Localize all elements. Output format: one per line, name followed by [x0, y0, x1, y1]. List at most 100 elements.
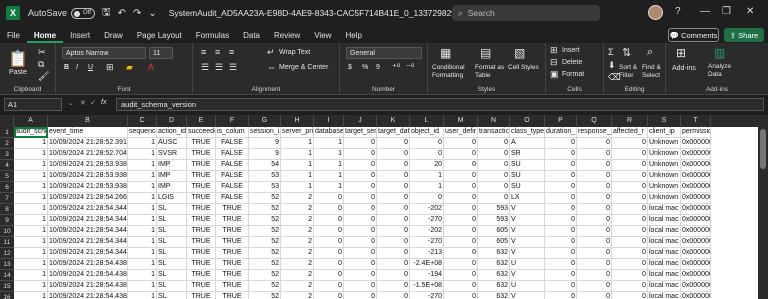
table-cell[interactable]: 632 — [478, 248, 510, 259]
table-cell[interactable]: V — [510, 237, 545, 248]
header-cell[interactable]: audit_sche — [14, 127, 48, 138]
table-cell[interactable]: 2 — [281, 215, 314, 226]
align-top-icon[interactable]: ≡ — [201, 47, 206, 57]
tab-draw[interactable]: Draw — [97, 31, 130, 43]
table-cell[interactable]: 0 — [444, 138, 478, 149]
table-cell[interactable]: 2 — [281, 292, 314, 299]
table-cell[interactable]: TRUE — [187, 138, 216, 149]
table-cell[interactable]: SL — [157, 226, 187, 237]
underline-button[interactable]: U — [88, 64, 93, 71]
row-header[interactable]: 12 — [0, 248, 14, 259]
table-cell[interactable]: TRUE — [187, 215, 216, 226]
table-cell[interactable]: V — [510, 248, 545, 259]
column-header[interactable]: O — [510, 115, 545, 127]
table-cell[interactable]: 0 — [545, 281, 577, 292]
table-cell[interactable]: 0 — [314, 226, 344, 237]
header-cell[interactable]: sequence — [128, 127, 157, 138]
table-cell[interactable]: 0 — [314, 237, 344, 248]
table-cell[interactable]: 0 — [545, 149, 577, 160]
table-cell[interactable]: 0 — [478, 160, 510, 171]
table-cell[interactable]: TRUE — [187, 182, 216, 193]
formula-input[interactable]: audit_schema_version — [116, 98, 764, 111]
header-cell[interactable]: session_i — [249, 127, 281, 138]
table-cell[interactable]: TRUE — [216, 215, 249, 226]
table-cell[interactable]: -270 — [410, 292, 444, 299]
table-cell[interactable]: U — [510, 259, 545, 270]
table-cell[interactable]: 10/09/2024 21:28:54.344 — [48, 204, 128, 215]
table-cell[interactable]: A — [510, 138, 545, 149]
table-cell[interactable]: 1 — [14, 149, 48, 160]
table-cell[interactable]: 0 — [545, 237, 577, 248]
table-cell[interactable]: 0 — [314, 193, 344, 204]
currency-button[interactable]: $ — [348, 64, 352, 71]
column-header[interactable]: P — [545, 115, 577, 127]
table-cell[interactable]: 54 — [249, 160, 281, 171]
table-cell[interactable]: 0 — [612, 248, 648, 259]
column-header[interactable]: G — [249, 115, 281, 127]
column-header[interactable]: I — [314, 115, 344, 127]
table-cell[interactable]: 10/09/2024 21:28:53.938 — [48, 171, 128, 182]
format-painter-icon[interactable]: 🖌 — [38, 71, 49, 82]
header-cell[interactable]: user_defir — [444, 127, 478, 138]
table-cell[interactable]: 0 — [344, 171, 377, 182]
tab-page-layout[interactable]: Page Layout — [130, 31, 189, 43]
table-cell[interactable]: 10/09/2024 21:28:54.344 — [48, 226, 128, 237]
table-cell[interactable]: 0 — [577, 292, 612, 299]
select-all-button[interactable] — [0, 115, 14, 127]
spreadsheet-grid[interactable]: ABCDEFGHIJKLMNOPQRST 1 audit_sche event_ti… — [0, 115, 768, 299]
table-cell[interactable]: 1 — [281, 182, 314, 193]
header-cell[interactable]: action_id — [157, 127, 187, 138]
delete-button[interactable]: Delete — [562, 59, 582, 66]
tab-home[interactable]: Home — [26, 31, 64, 43]
table-cell[interactable]: SVSR — [157, 149, 187, 160]
table-cell[interactable]: TRUE — [187, 160, 216, 171]
table-cell[interactable]: FALSE — [216, 138, 249, 149]
table-cell[interactable]: 0x0000000 — [681, 204, 711, 215]
table-cell[interactable]: 1 — [314, 160, 344, 171]
table-cell[interactable]: 1 — [128, 259, 157, 270]
table-cell[interactable]: 0 — [444, 237, 478, 248]
table-cell[interactable]: 0 — [612, 160, 648, 171]
table-cell[interactable]: 0 — [314, 204, 344, 215]
redo-icon[interactable]: ↷ — [133, 8, 141, 19]
table-cell[interactable]: 0 — [545, 292, 577, 299]
table-cell[interactable]: 10/09/2024 21:28:53.938 — [48, 182, 128, 193]
table-cell[interactable]: 0 — [545, 138, 577, 149]
autosave-toggle[interactable]: Off — [71, 7, 96, 19]
table-cell[interactable]: SL — [157, 248, 187, 259]
table-cell[interactable]: TRUE — [216, 237, 249, 248]
table-cell[interactable]: 0x0000000 — [681, 138, 711, 149]
table-cell[interactable]: 0 — [577, 182, 612, 193]
row-header[interactable]: 2 — [0, 138, 14, 149]
table-cell[interactable]: 0 — [444, 149, 478, 160]
table-cell[interactable]: 0 — [344, 281, 377, 292]
table-cell[interactable]: 1 — [410, 171, 444, 182]
table-cell[interactable]: 0 — [577, 248, 612, 259]
table-cell[interactable]: 0 — [377, 171, 410, 182]
table-cell[interactable]: 0 — [344, 215, 377, 226]
table-cell[interactable]: FALSE — [216, 182, 249, 193]
table-cell[interactable]: local mac — [648, 259, 681, 270]
row-header[interactable]: 13 — [0, 259, 14, 270]
name-box-dropdown-icon[interactable]: ⌄ — [68, 99, 74, 107]
italic-button[interactable]: I — [76, 64, 78, 71]
row-header[interactable]: 10 — [0, 226, 14, 237]
table-cell[interactable]: local mac — [648, 292, 681, 299]
help-icon[interactable]: ? — [675, 6, 681, 17]
column-header[interactable]: C — [128, 115, 157, 127]
table-cell[interactable]: 1 — [281, 160, 314, 171]
table-cell[interactable]: Unknown — [648, 182, 681, 193]
table-cell[interactable]: -213 — [410, 248, 444, 259]
table-cell[interactable]: Unknown — [648, 149, 681, 160]
table-cell[interactable]: LGIS — [157, 193, 187, 204]
table-cell[interactable]: 10/09/2024 21:28:52.704 — [48, 149, 128, 160]
table-cell[interactable]: 0 — [410, 149, 444, 160]
table-cell[interactable]: 0x0000000 — [681, 149, 711, 160]
table-cell[interactable]: 10/09/2024 21:28:54.266 — [48, 193, 128, 204]
font-color-icon[interactable]: A — [148, 62, 154, 72]
table-cell[interactable]: TRUE — [216, 281, 249, 292]
table-cell[interactable]: 2 — [281, 281, 314, 292]
row-header[interactable]: 16 — [0, 292, 14, 299]
table-cell[interactable]: 0 — [314, 281, 344, 292]
table-cell[interactable]: 0x0000000 — [681, 182, 711, 193]
